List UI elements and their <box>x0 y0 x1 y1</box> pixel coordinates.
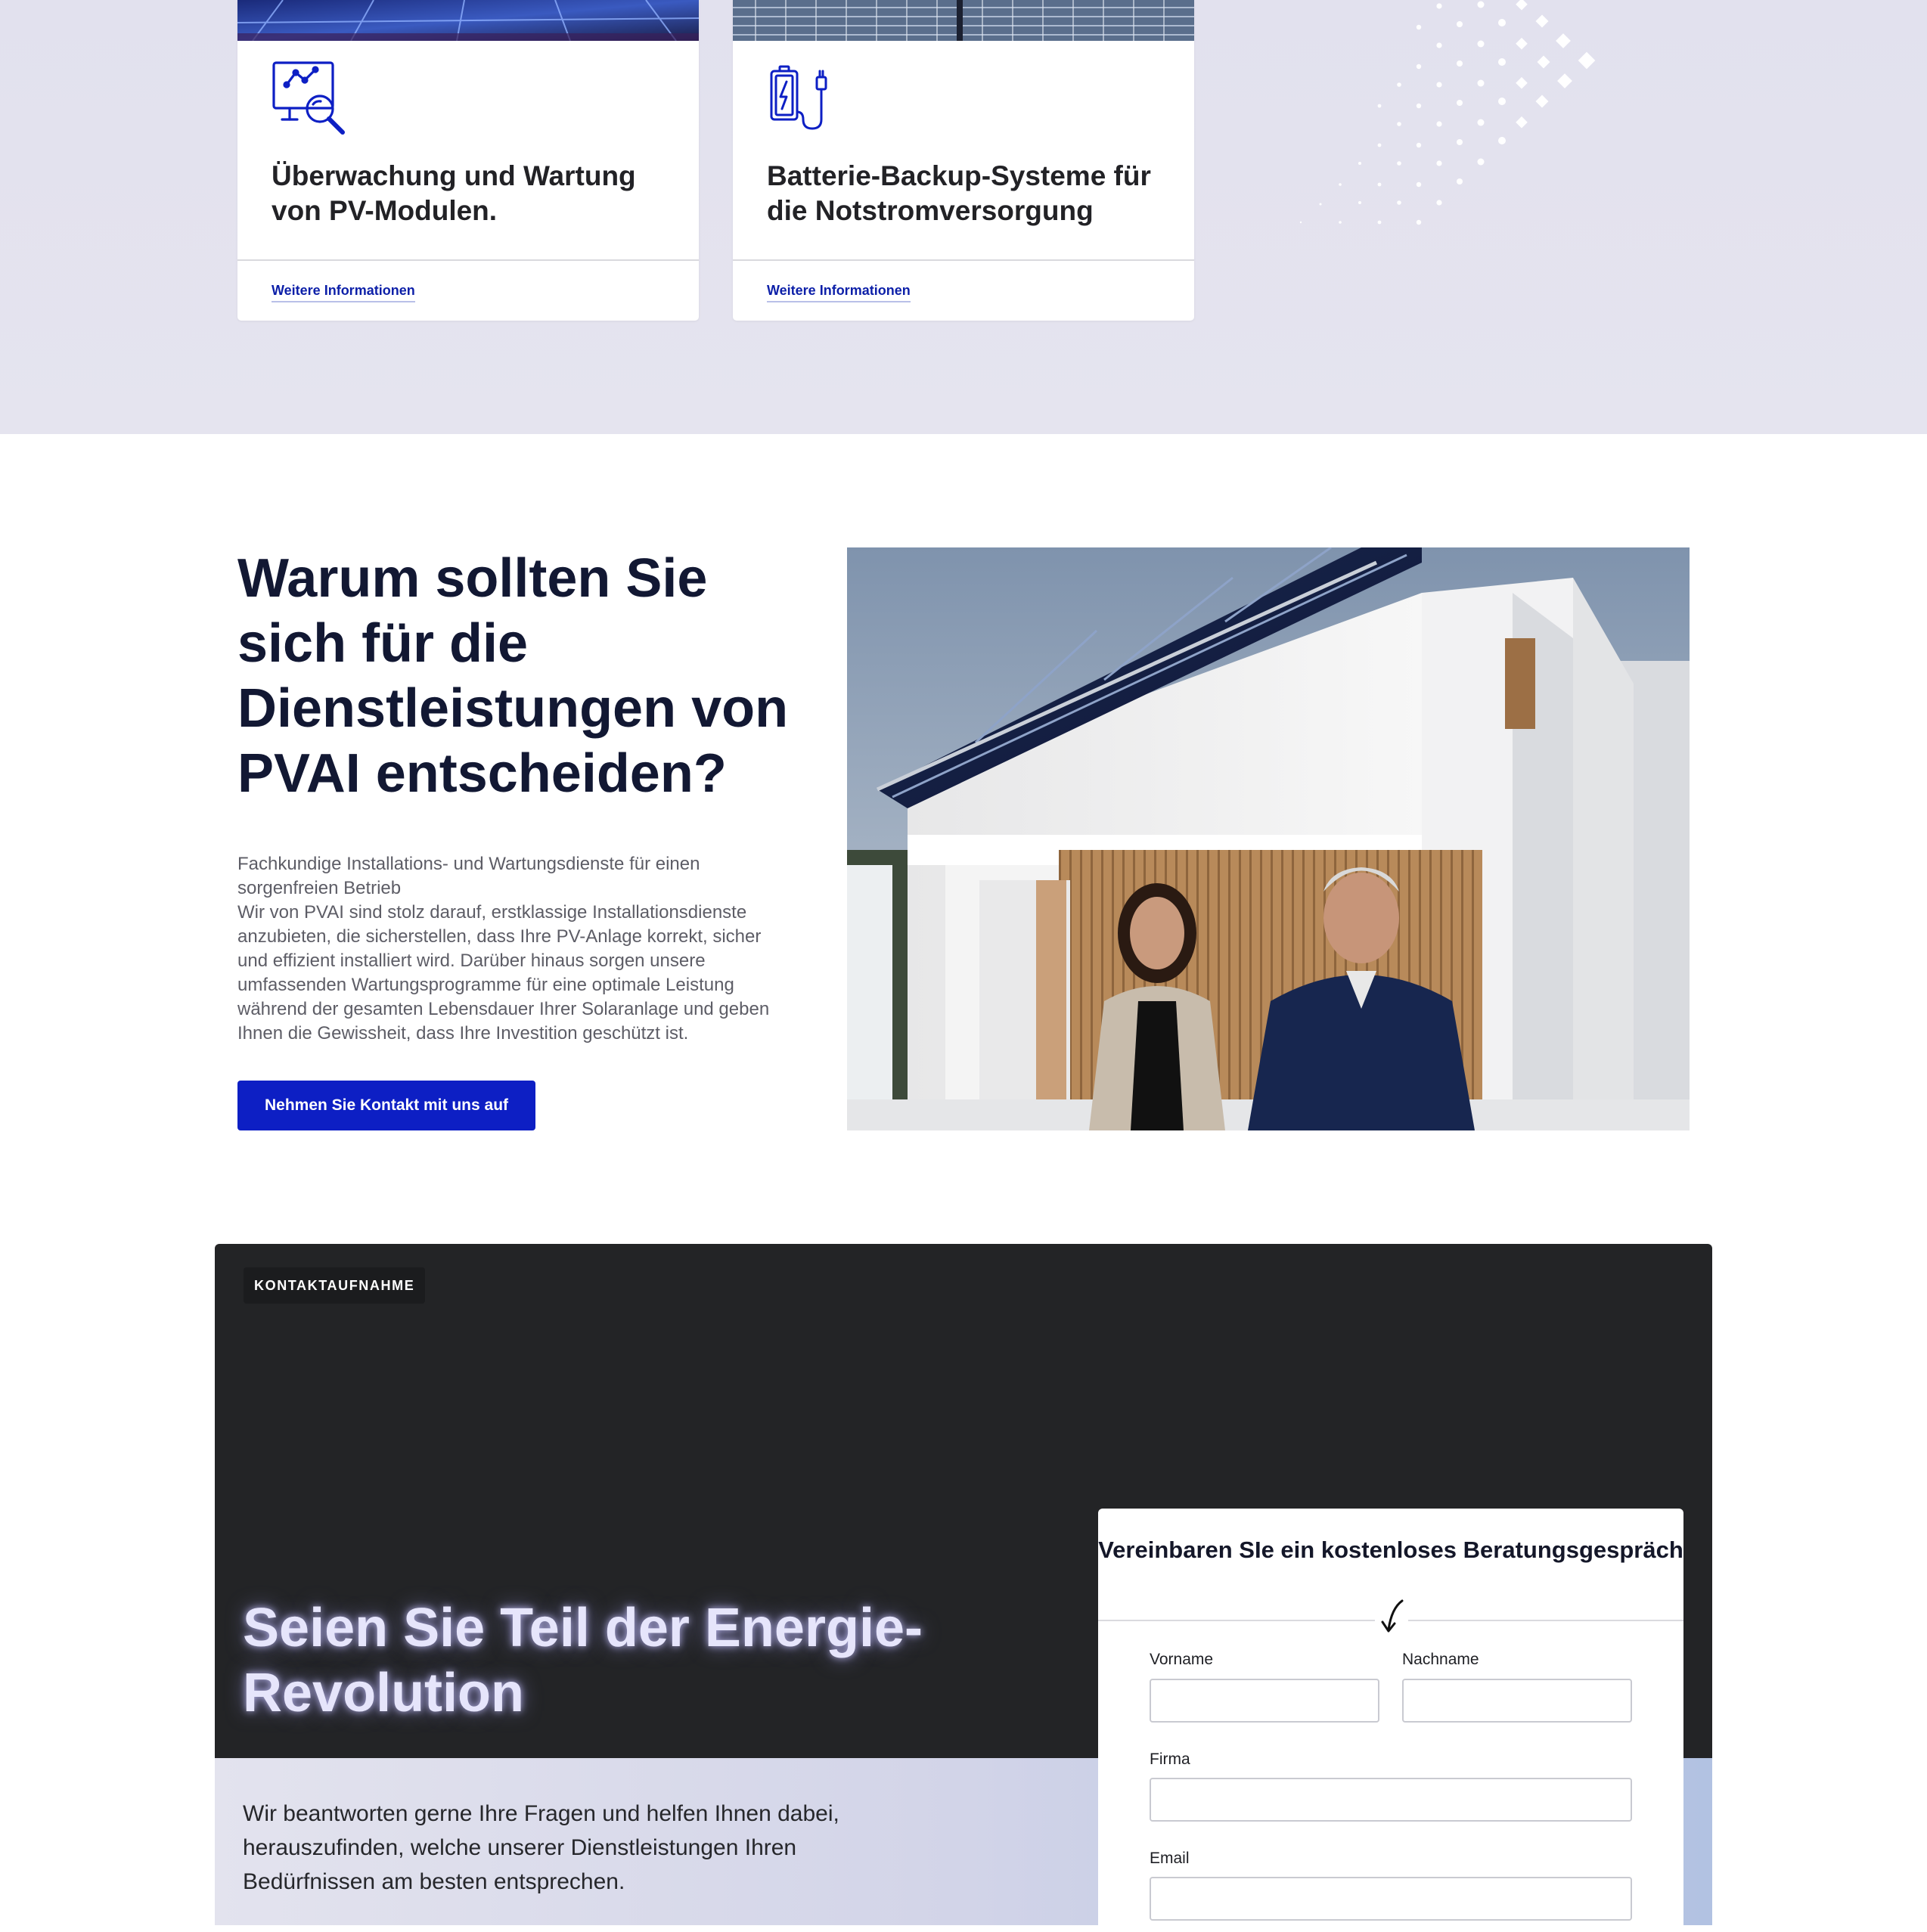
contact-us-button[interactable]: Nehmen Sie Kontakt mit uns auf <box>237 1081 535 1130</box>
arrow-down-icon <box>1375 1598 1408 1636</box>
monitoring-search-icon <box>272 61 345 135</box>
why-paragraph-intro: Fachkundige Installations- und Wartungsd… <box>237 854 700 898</box>
card-title: Batterie-Backup-Systeme für die Notstrom… <box>767 160 1151 226</box>
last-name-label: Nachname <box>1402 1651 1479 1668</box>
service-card-battery: Batterie-Backup-Systeme für die Notstrom… <box>733 0 1194 321</box>
service-card-monitoring: Überwachung und Wartung von PV-Modulen. … <box>237 0 699 321</box>
battery-charging-icon <box>770 65 827 130</box>
company-input[interactable] <box>1150 1778 1632 1822</box>
contact-badge: KONTAKTAUFNAHME <box>244 1267 426 1304</box>
first-name-input[interactable] <box>1150 1679 1379 1723</box>
last-name-input[interactable] <box>1402 1679 1632 1723</box>
card-divider <box>237 259 699 261</box>
why-paragraph-body: Wir von PVAI sind stolz darauf, erstklas… <box>237 902 770 1044</box>
why-heading: Warum sollten Sie sich für die Dienstlei… <box>237 548 789 804</box>
email-input[interactable] <box>1150 1877 1632 1921</box>
consultation-form: Vereinbaren SIe ein kostenloses Beratung… <box>1098 1509 1683 1932</box>
why-description: Fachkundige Installations- und Wartungsd… <box>237 852 782 1046</box>
card-title: Überwachung und Wartung von PV-Modulen. <box>272 160 636 226</box>
decorative-dot-pattern <box>1299 0 1596 225</box>
contact-description: Wir beantworten gerne Ihre Fragen und he… <box>243 1801 839 1894</box>
company-label: Firma <box>1150 1751 1190 1768</box>
email-label: Email <box>1150 1850 1190 1867</box>
house-solar-photo <box>847 547 1690 1130</box>
more-info-link[interactable]: Weitere Informationen <box>272 283 415 302</box>
form-title: Vereinbaren SIe ein kostenloses Beratung… <box>1098 1537 1683 1563</box>
first-name-label: Vorname <box>1150 1651 1214 1668</box>
services-section: Überwachung und Wartung von PV-Modulen. … <box>0 0 1927 434</box>
card-image-solar-grid <box>237 0 699 41</box>
more-info-link[interactable]: Weitere Informationen <box>767 283 911 302</box>
card-image-solar-panels <box>733 0 1194 41</box>
card-divider <box>733 259 1194 261</box>
contact-heading: Seien Sie Teil der Energie-Revolution <box>243 1598 923 1723</box>
